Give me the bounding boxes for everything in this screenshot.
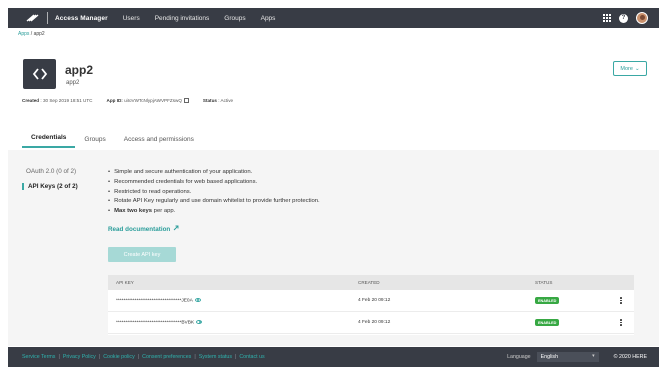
list-item: Rotate API Key regularly and use domain …	[108, 197, 320, 207]
list-item: Recommended credentials for web based ap…	[108, 178, 320, 188]
read-documentation-label: Read documentation	[108, 225, 171, 233]
table-row: ***********************************BVBK …	[108, 312, 634, 334]
external-link-icon	[173, 225, 179, 233]
sidebar-item-apikeys[interactable]: API Keys (2 of 2)	[22, 183, 78, 190]
footer-link-service-terms[interactable]: Service Terms	[22, 354, 55, 360]
footer-link-contact-us[interactable]: Contact us	[239, 354, 264, 360]
api-key-value: ***********************************BVBK	[116, 319, 203, 325]
footer-links: Service Terms | Privacy Policy | Cookie po…	[22, 354, 265, 360]
col-header-status: STATUS	[535, 280, 553, 285]
more-button[interactable]: More ⌄	[613, 61, 647, 76]
eye-icon[interactable]	[196, 319, 203, 324]
create-api-key-button[interactable]: Create API key	[108, 247, 176, 262]
app-code-icon	[23, 59, 56, 89]
api-key-value: ***********************************JE0A	[116, 297, 201, 303]
footer: Service Terms | Privacy Policy | Cookie po…	[8, 347, 659, 367]
here-logo-icon[interactable]	[22, 8, 44, 28]
breadcrumb-current: app2	[33, 31, 45, 37]
nav-link-pending-invitations[interactable]: Pending invitations	[155, 15, 210, 22]
apps-grid-icon[interactable]	[603, 14, 611, 22]
col-header-created: CREATED	[358, 280, 380, 285]
language-select[interactable]: English	[536, 352, 599, 362]
api-keys-table: API KEY CREATED STATUS *****************…	[108, 275, 634, 335]
max-keys-bold: Max two keys	[114, 208, 153, 215]
tab-credentials[interactable]: Credentials	[22, 134, 76, 148]
kebab-menu-icon[interactable]	[620, 297, 622, 304]
page-title: app2	[65, 63, 94, 77]
app-meta: Created : 30 Sep 2019 18:51 UTC App ID: …	[22, 98, 234, 104]
page-subtitle: app2	[66, 80, 80, 86]
status-badge: ENABLED	[535, 319, 560, 326]
kebab-menu-icon[interactable]	[620, 319, 622, 326]
copyright: © 2020 HERE	[613, 354, 647, 360]
brand-divider	[47, 12, 48, 24]
nav-link-apps[interactable]: Apps	[261, 15, 276, 22]
help-icon[interactable]: ?	[619, 13, 628, 23]
nav-link-users[interactable]: Users	[123, 15, 140, 22]
status-badge: ENABLED	[535, 297, 560, 304]
eye-icon[interactable]	[194, 297, 201, 302]
table-row: ***********************************JE0A …	[108, 290, 634, 312]
sidebar-item-oauth[interactable]: OAuth 2.0 (0 of 2)	[26, 168, 76, 175]
table-header: API KEY CREATED STATUS	[108, 275, 634, 290]
breadcrumb: Apps / app2	[18, 31, 45, 37]
tab-access-permissions[interactable]: Access and permissions	[115, 136, 203, 148]
created-value: 4 Feb 20 09:12	[358, 298, 391, 303]
more-button-label: More	[620, 65, 633, 72]
tab-groups[interactable]: Groups	[75, 136, 114, 148]
nav-link-groups[interactable]: Groups	[224, 15, 245, 22]
footer-link-system-status[interactable]: System status	[199, 354, 232, 360]
created-value: 4 Feb 20 09:12	[358, 320, 391, 325]
list-item: Max two keys per app.	[108, 207, 320, 217]
meta-status: Status : Active	[202, 98, 234, 104]
chevron-down-icon: ⌄	[634, 65, 640, 72]
breadcrumb-apps[interactable]: Apps	[18, 31, 29, 37]
footer-link-consent-preferences[interactable]: Consent preferences	[142, 354, 191, 360]
meta-created: Created : 30 Sep 2019 18:51 UTC	[22, 98, 93, 104]
footer-link-privacy-policy[interactable]: Privacy Policy	[63, 354, 96, 360]
col-header-api-key: API KEY	[116, 280, 134, 285]
brand-title[interactable]: Access Manager	[55, 15, 108, 22]
list-item: Simple and secure authentication of your…	[108, 168, 320, 178]
info-list: Simple and secure authentication of your…	[108, 168, 320, 217]
language-label: Language	[507, 354, 531, 360]
max-keys-rest: per app.	[152, 208, 176, 215]
avatar[interactable]	[636, 12, 648, 24]
footer-link-cookie-policy[interactable]: Cookie policy	[103, 354, 135, 360]
footer-right: Language English © 2020 HERE	[507, 352, 647, 362]
copy-icon[interactable]	[183, 98, 189, 104]
meta-appid: App ID: uiIoVWTcNlypjAWVPFZswQ	[107, 98, 189, 104]
list-item: Restricted to read operations.	[108, 188, 320, 198]
tabs: Credentials Groups Access and permission…	[22, 132, 203, 148]
page: Access Manager Users Pending invitations…	[0, 0, 663, 371]
top-nav: Access Manager Users Pending invitations…	[8, 8, 659, 28]
read-documentation-link[interactable]: Read documentation	[108, 225, 179, 233]
